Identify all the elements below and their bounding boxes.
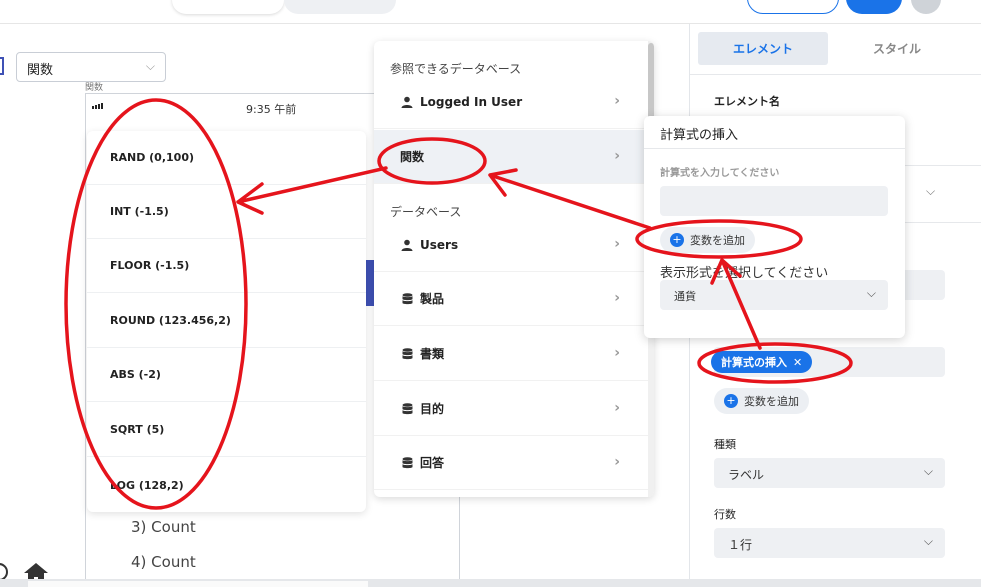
rows-select-value: １行 (728, 538, 753, 552)
tab-element[interactable]: エレメント (698, 32, 828, 65)
menu-item-label: 書類 (420, 347, 445, 361)
user-icon (400, 96, 414, 108)
formula-input[interactable] (660, 186, 888, 216)
rows-label: 行数 (714, 508, 736, 521)
menu-item-goals[interactable]: 目的 › (374, 382, 648, 436)
top-bar (0, 0, 981, 24)
chevron-right-icon: › (614, 454, 620, 470)
menu-item-label: 製品 (420, 292, 445, 306)
format-select-value: 通貨 (674, 290, 696, 303)
type-select-value: ラベル (728, 468, 765, 482)
function-item-sqrt[interactable]: SQRT (5) (87, 403, 366, 457)
function-select[interactable]: 関数 ⌵ (16, 52, 166, 82)
user-icon (400, 239, 414, 251)
tab-database[interactable] (284, 0, 396, 14)
menu-item-answers[interactable]: 回答 › (374, 436, 648, 490)
menu-item-label: 関数 (400, 150, 425, 164)
menu-item-users[interactable]: Users › (374, 218, 648, 272)
avatar[interactable] (911, 0, 941, 14)
function-item-log[interactable]: LOG (128,2) (87, 458, 366, 512)
formula-chip[interactable]: 計算式の挿入 ✕ (711, 351, 813, 373)
chevron-down-icon: ⌵ (923, 464, 933, 478)
chevron-down-icon[interactable]: ⌵ (926, 184, 935, 199)
menu-item-documents[interactable]: 書類 › (374, 327, 648, 381)
function-item-round[interactable]: ROUND (123.456,2) (87, 294, 366, 348)
database-icon (400, 402, 414, 415)
menu-item-label: Logged In User (420, 94, 523, 109)
menu-item-label: 目的 (420, 402, 445, 416)
function-select-value: 関数 (27, 63, 54, 78)
list-item: 3) Count (131, 518, 196, 536)
formula-chip-label: 計算式の挿入 (721, 356, 787, 369)
menu-item-label: Users (420, 237, 459, 252)
rows-select[interactable]: １行 ⌵ (714, 528, 945, 558)
function-item-int[interactable]: INT (-1.5) (87, 185, 366, 239)
function-item-floor[interactable]: FLOOR (-1.5) (87, 239, 366, 293)
add-variable-label: 変数を追加 (744, 395, 799, 408)
tab-style[interactable]: スタイル (832, 32, 962, 65)
popup-title: 計算式の挿入 (660, 128, 739, 143)
function-item-rand[interactable]: RAND (0,100) (87, 131, 366, 185)
plus-icon: + (670, 233, 684, 247)
format-select[interactable]: 通貨 ⌵ (660, 280, 888, 310)
chevron-down-icon: ⌵ (145, 59, 155, 73)
add-variable-label: 変数を追加 (690, 234, 745, 247)
chevron-right-icon: › (614, 345, 620, 361)
selection-handle[interactable] (0, 57, 4, 75)
function-item-abs[interactable]: ABS (-2) (87, 348, 366, 402)
menu-item-label: 回答 (420, 456, 445, 470)
format-label: 表示形式を選択してください (660, 266, 829, 281)
menu-item-functions[interactable]: 関数 › (374, 130, 648, 184)
signal-icon (92, 103, 103, 109)
chevron-right-icon: › (614, 148, 620, 164)
database-icon (400, 292, 414, 305)
chevron-right-icon: › (614, 93, 620, 109)
publish-button[interactable] (846, 0, 902, 14)
element-name-label: エレメント名 (714, 95, 780, 108)
list-item: 4) Count (131, 553, 196, 571)
menu-item-logged-in-user[interactable]: Logged In User › (374, 75, 648, 129)
phone-time: 9:35 午前 (246, 103, 297, 116)
database-icon (400, 347, 414, 360)
chevron-right-icon: › (614, 400, 620, 416)
close-icon[interactable]: ✕ (793, 356, 802, 369)
menu-item-products[interactable]: 製品 › (374, 272, 648, 326)
chevron-right-icon: › (614, 236, 620, 252)
add-variable-button[interactable]: + 変数を追加 (714, 388, 809, 414)
type-select[interactable]: ラベル ⌵ (714, 458, 945, 488)
function-list-card: RAND (0,100) INT (-1.5) FLOOR (-1.5) ROU… (87, 131, 366, 512)
selected-element-strip (366, 260, 374, 306)
database-icon (400, 456, 414, 469)
chevron-right-icon: › (614, 290, 620, 306)
tab-canvas[interactable] (172, 0, 284, 14)
data-source-menu: 参照できるデータベース Logged In User › 関数 › データベース… (374, 41, 654, 497)
formula-popup: 計算式の挿入 計算式を入力してください + 変数を追加 表示形式を選択してくださ… (644, 116, 905, 338)
horizontal-scrollbar[interactable] (0, 579, 981, 587)
type-label: 種類 (714, 438, 736, 451)
add-variable-button[interactable]: + 変数を追加 (660, 227, 755, 253)
preview-button[interactable] (747, 0, 839, 14)
chevron-down-icon: ⌵ (866, 286, 876, 300)
element-tag-label: 関数 (85, 83, 104, 93)
chevron-down-icon: ⌵ (923, 534, 933, 548)
formula-input-hint: 計算式を入力してください (660, 168, 780, 179)
plus-icon: + (724, 394, 738, 408)
